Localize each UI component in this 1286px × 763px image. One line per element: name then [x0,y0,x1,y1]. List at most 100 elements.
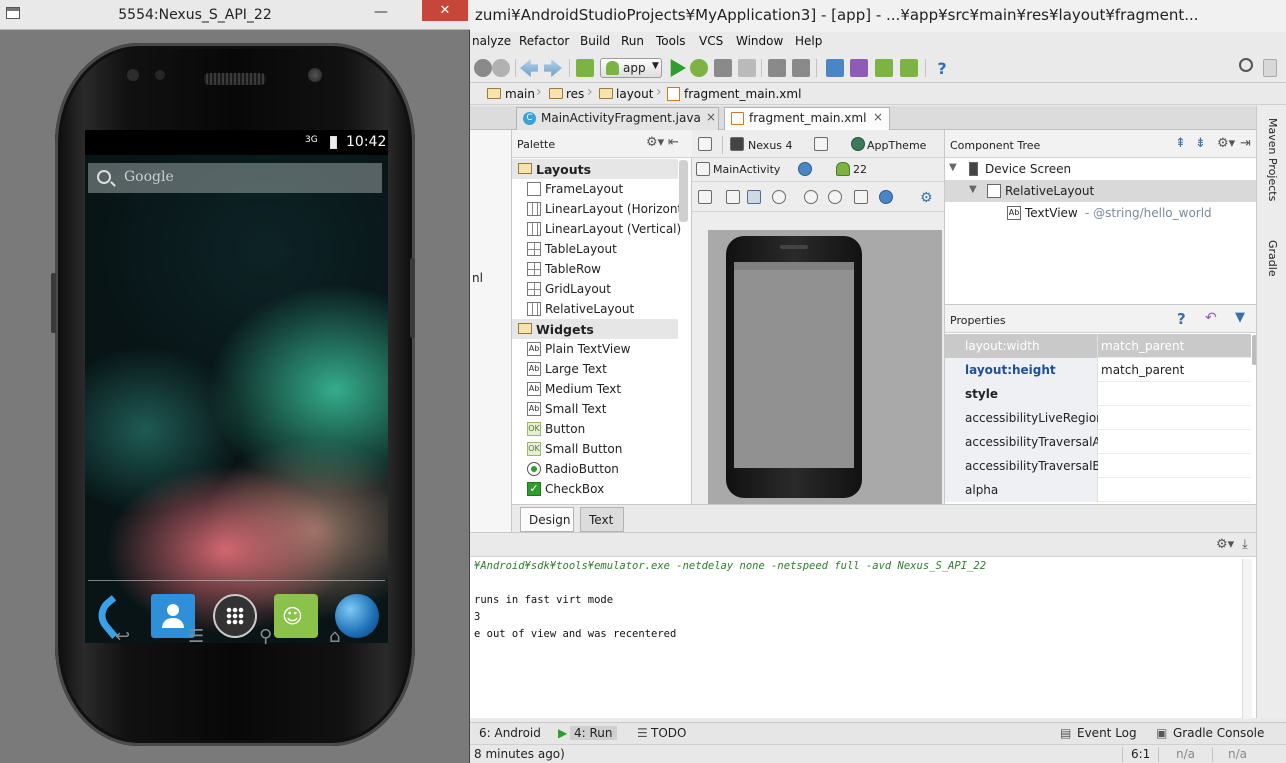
menu-vcs[interactable]: VCS [699,34,723,48]
project-structure-icon[interactable] [768,59,786,77]
palette-category-layouts[interactable]: Layouts [512,159,678,179]
property-row[interactable]: accessibilityTraversalAfter [945,430,1251,454]
menu-key-icon[interactable]: ☰ [188,626,204,647]
attach-debugger-icon[interactable] [714,59,732,77]
tab-design[interactable]: Design [520,507,574,532]
tool-gradle-console[interactable]: Gradle Console [1173,726,1264,740]
api-level-selector[interactable]: 22 [853,163,867,176]
palette-item-relativelayout[interactable]: RelativeLayout [512,299,678,319]
hide-panel-icon[interactable]: ⇤ [668,135,679,150]
device-preview-screen[interactable] [734,262,854,468]
preview-options-icon[interactable] [854,190,868,204]
tab-fragment-main-xml[interactable]: fragment_main.xml × [724,107,890,130]
tool-event-log[interactable]: Event Log [1077,726,1137,740]
property-row[interactable]: layout:width match_parent [945,334,1251,358]
palette-item-checkbox[interactable]: ✓ CheckBox [512,479,678,499]
debug-icon[interactable] [690,59,708,77]
design-mode-icon[interactable] [698,137,712,151]
property-row[interactable]: style [945,382,1251,406]
filter-icon[interactable]: ▼ [1235,310,1245,325]
search-key-icon[interactable]: ⚲ [259,626,272,647]
expand-all-icon[interactable]: ⇞ [1175,136,1186,151]
stop-icon[interactable] [738,59,756,77]
menu-tools[interactable]: Tools [656,34,686,48]
project-selected-item[interactable]: nl [470,271,512,285]
property-row[interactable]: accessibilityLiveRegion [945,406,1251,430]
tree-item-device-screen[interactable]: ▼ Device Screen [945,158,1257,180]
avd-manager-icon[interactable] [850,59,868,77]
palette-item-tablelayout[interactable]: TableLayout [512,239,678,259]
settings-icon[interactable] [792,59,810,77]
help-icon[interactable]: ? [1177,310,1186,328]
app-drawer-icon[interactable] [213,594,257,638]
phone-screen[interactable]: 3G 10:42 Google ☺ [85,130,388,643]
browser-app-icon[interactable] [335,594,379,638]
line-separator-indicator[interactable]: n/a [1176,747,1195,761]
google-search-bar[interactable]: Google [88,163,382,193]
palette-item-small-text[interactable]: Ab Small Text [512,399,678,419]
undo-icon[interactable]: ↶ [1205,310,1217,326]
width-expand-icon[interactable] [726,190,740,204]
tool-todo[interactable]: TODO [651,726,686,740]
design-canvas[interactable] [708,230,942,504]
palette-item-plain-textview[interactable]: Ab Plain TextView [512,339,678,359]
tool-android[interactable]: 6: Android [479,726,541,740]
sync-gradle-icon[interactable] [826,59,844,77]
palette-item-small-button[interactable]: OK Small Button [512,439,678,459]
palette-item-medium-text[interactable]: Ab Medium Text [512,379,678,399]
height-expand-icon[interactable] [747,190,761,204]
android-device-monitor-icon[interactable] [900,59,918,77]
collapse-all-icon[interactable]: ⇟ [1195,136,1206,151]
minimize-button[interactable]: — [370,4,392,22]
help-icon[interactable]: ? [933,59,951,78]
caret-position[interactable]: 6:1 [1131,747,1150,761]
refresh-icon[interactable] [879,190,893,204]
messaging-app-icon[interactable]: ☺ [274,594,318,638]
zoom-to-fit-icon[interactable] [698,190,712,204]
orientation-icon[interactable] [814,137,828,151]
gradle-tool[interactable]: Gradle [1266,240,1279,277]
menu-help[interactable]: Help [795,34,822,48]
menu-analyze[interactable]: nalyze [472,34,511,48]
locale-globe-icon[interactable] [798,162,812,176]
forward-icon[interactable] [544,59,562,77]
palette-item-gridlayout[interactable]: GridLayout [512,279,678,299]
menu-window[interactable]: Window [736,34,783,48]
tool-run[interactable]: 4: Run [570,726,617,740]
scroll-handle[interactable] [1263,59,1277,77]
replace-icon[interactable] [492,59,510,77]
run-icon[interactable] [670,59,686,77]
encoding-indicator[interactable]: n/a [1228,747,1247,761]
palette-category-widgets[interactable]: Widgets [512,319,678,339]
palette-item-linearlayout-horizontal[interactable]: LinearLayout (Horizont [512,199,682,219]
power-button[interactable] [410,258,415,338]
palette-item-button[interactable]: OK Button [512,419,678,439]
back-key-icon[interactable]: ↩ [115,626,130,647]
breadcrumb-main[interactable]: main [505,87,535,101]
property-value[interactable]: match_parent [1101,339,1184,353]
volume-button[interactable] [51,273,56,333]
property-row[interactable]: layout:height match_parent [945,358,1251,382]
property-row[interactable]: accessibilityTraversalBefore [945,454,1251,478]
back-icon[interactable] [520,59,538,77]
find-icon[interactable] [474,59,492,77]
menu-refactor[interactable]: Refactor [519,34,569,48]
sdk-manager-icon[interactable] [875,59,893,77]
zoom-out-icon[interactable] [828,190,842,204]
tree-item-relativelayout[interactable]: ▼ RelativeLayout [945,180,1257,202]
search-everywhere-icon[interactable] [1239,58,1253,72]
tab-mainactivityfragment[interactable]: C MainActivityFragment.java × [516,107,719,130]
make-project-icon[interactable] [576,59,594,77]
breadcrumb-file[interactable]: fragment_main.xml [684,87,801,101]
gear-icon[interactable]: ⚙ [920,190,933,206]
maven-projects-tool[interactable]: Maven Projects [1266,118,1279,201]
hide-panel-icon[interactable]: ⇥ [1240,136,1251,151]
palette-item-large-text[interactable]: Ab Large Text [512,359,678,379]
expand-arrow-icon[interactable]: ▼ [949,162,957,173]
tree-item-textview[interactable]: Ab TextView - @string/hello_world [945,202,1257,224]
menu-build[interactable]: Build [580,34,610,48]
close-button[interactable]: ✕ [422,0,468,21]
device-selector[interactable]: Nexus 4 [748,139,793,152]
palette-item-linearlayout-vertical[interactable]: LinearLayout (Vertical) [512,219,681,239]
gear-icon[interactable]: ⚙▾ [646,135,664,150]
